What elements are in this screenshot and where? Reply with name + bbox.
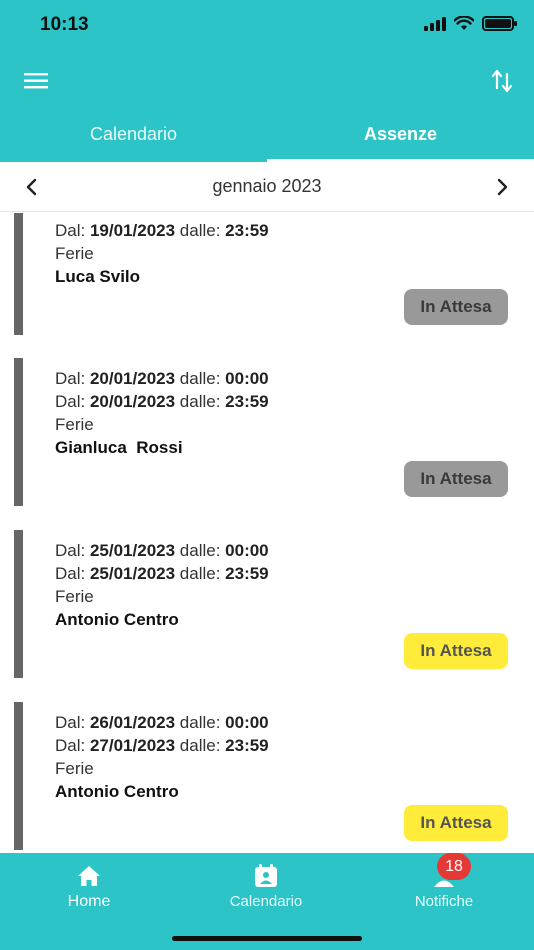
card-accent-bar [14, 530, 23, 678]
absence-type: Ferie [55, 415, 94, 434]
month-label: gennaio 2023 [212, 176, 322, 196]
absence-date-line: Dal: 26/01/2023 dalle: 00:00 [55, 713, 269, 732]
status-badge[interactable]: In Attesa [404, 805, 508, 841]
status-badge[interactable]: In Attesa [404, 461, 508, 497]
card-accent-bar [14, 358, 23, 506]
bottom-nav-home[interactable]: Home [29, 863, 149, 911]
tab-calendario[interactable]: Calendario [0, 106, 267, 162]
notification-count-badge: 18 [437, 853, 471, 880]
absence-date-line: Dal: 25/01/2023 dalle: 00:00 [55, 541, 269, 560]
cellular-signal-icon [424, 16, 446, 31]
absence-date-line: Dal: 20/01/2023 dalle: 00:00 [55, 369, 269, 388]
status-badge[interactable]: In Attesa [404, 633, 508, 669]
employee-name: Antonio Centro [55, 782, 179, 801]
absence-date-line: Dal: 27/01/2023 dalle: 23:59 [55, 736, 269, 755]
card-accent-bar [14, 213, 23, 335]
absence-card[interactable]: Dal: 26/01/2023 dalle: 00:00 Dal: 27/01/… [0, 702, 534, 850]
absence-list[interactable]: Dal: 19/01/2023 dalle: 23:59 Ferie Luca … [0, 213, 534, 853]
employee-name: Antonio Centro [55, 610, 179, 629]
battery-icon [482, 16, 517, 31]
absence-type: Ferie [55, 244, 94, 263]
status-icons [424, 16, 517, 31]
bottom-nav-calendario-label: Calendario [229, 893, 303, 910]
absence-date-line: Dal: 19/01/2023 dalle: 23:59 [55, 221, 269, 240]
home-icon [78, 866, 100, 886]
menu-icon[interactable] [24, 70, 50, 92]
chevron-right-icon[interactable] [492, 177, 512, 197]
bottom-nav-notifiche-label: Notifiche [414, 893, 474, 910]
card-accent-bar [14, 702, 23, 850]
tab-bar: Calendario Assenze [0, 106, 534, 162]
month-navigation: gennaio 2023 [0, 162, 534, 212]
absence-card[interactable]: Dal: 19/01/2023 dalle: 23:59 Ferie Luca … [0, 213, 534, 335]
tab-assenze[interactable]: Assenze [267, 106, 534, 162]
absence-card[interactable]: Dal: 25/01/2023 dalle: 00:00 Dal: 25/01/… [0, 530, 534, 678]
home-indicator [172, 936, 362, 941]
absence-date-line: Dal: 20/01/2023 dalle: 23:59 [55, 392, 269, 411]
status-badge[interactable]: In Attesa [404, 289, 508, 325]
app-header: 10:13 Calendario Assenze [0, 0, 534, 162]
absence-card[interactable]: Dal: 20/01/2023 dalle: 00:00 Dal: 20/01/… [0, 358, 534, 506]
employee-name: Luca Svilo [55, 267, 141, 286]
status-time: 10:13 [40, 14, 89, 35]
sort-icon[interactable] [490, 68, 514, 94]
absence-type: Ferie [55, 759, 94, 778]
calendar-person-icon [255, 864, 277, 887]
employee-name: Gianluca Rossi [55, 438, 183, 457]
absence-date-line: Dal: 25/01/2023 dalle: 23:59 [55, 564, 269, 583]
bottom-nav-home-label: Home [67, 893, 111, 910]
bottom-nav-calendario[interactable]: Calendario [206, 863, 326, 910]
wifi-icon [454, 16, 474, 30]
absence-type: Ferie [55, 587, 94, 606]
